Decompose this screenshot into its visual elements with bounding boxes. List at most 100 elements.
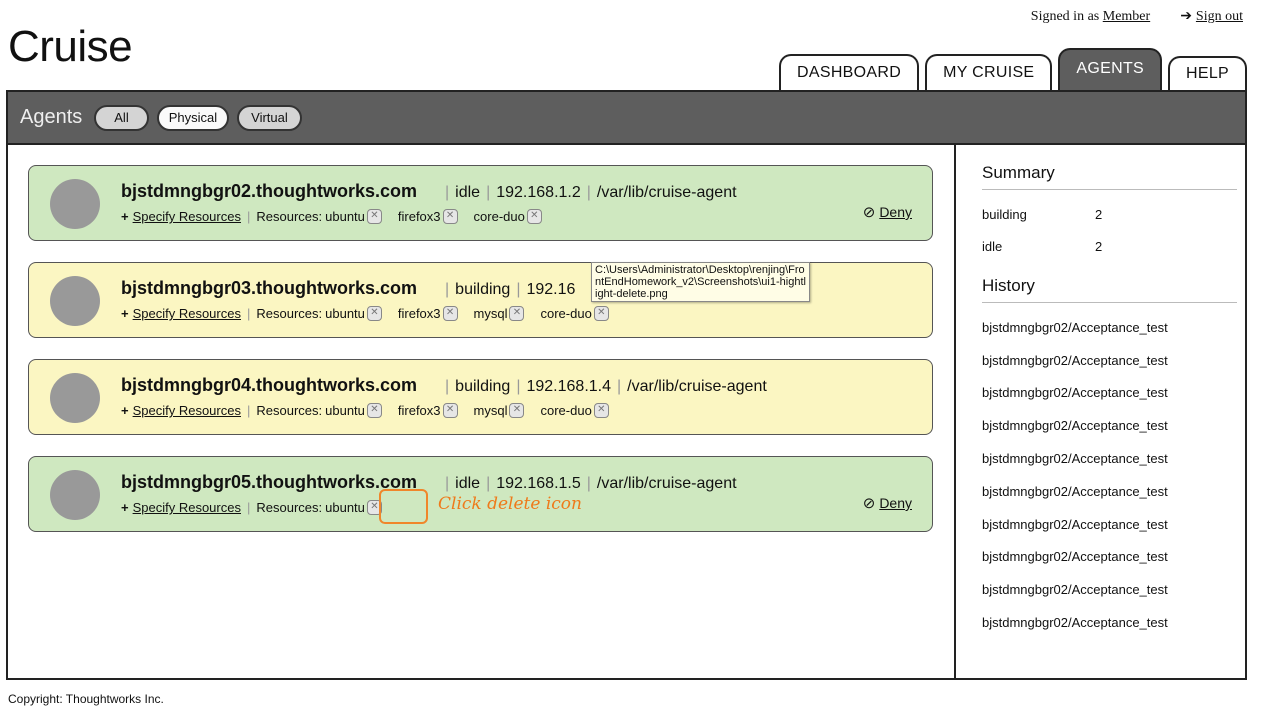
annotation-callout: Click delete icon [438, 494, 582, 514]
resource-name: core-duo [473, 209, 525, 224]
sign-out-link[interactable]: Sign out [1196, 9, 1243, 25]
history-item[interactable]: bjstdmngbgr02/Acceptance_test [982, 409, 1237, 442]
resource-name: ubuntu [325, 209, 365, 224]
user-name-link[interactable]: Member [1103, 9, 1150, 24]
delete-resource-icon[interactable]: ✕ [366, 306, 382, 321]
history-item[interactable]: bjstdmngbgr02/Acceptance_test [982, 377, 1237, 410]
resource-tag: mysql ✕ [474, 403, 525, 418]
resource-tag: firefox3 ✕ [398, 403, 458, 418]
specify-resources-link[interactable]: Specify Resources [133, 500, 241, 515]
resource-name: core-duo [540, 403, 592, 418]
avatar [50, 470, 100, 520]
agent-card: bjstdmngbgr02.thoughtworks.com | idle | … [28, 165, 933, 241]
history-item[interactable]: bjstdmngbgr02/Acceptance_test [982, 508, 1237, 541]
resource-name: firefox3 [397, 209, 441, 224]
footer-copyright: Copyright: Thoughtworks Inc. [8, 692, 164, 706]
signed-in-prefix: Signed in as [1030, 8, 1100, 24]
circle-slash-icon: ⊘ [862, 204, 876, 221]
history-item[interactable]: bjstdmngbgr02/Acceptance_test [982, 573, 1237, 606]
annotation-highlight-box [379, 489, 428, 524]
delete-resource-icon[interactable]: ✕ [593, 306, 609, 321]
resource-name: firefox3 [397, 306, 441, 321]
agent-status: idle [455, 475, 481, 492]
history-heading: History [982, 276, 1237, 303]
agent-hostname: bjstdmngbgr04.thoughtworks.com [121, 375, 418, 395]
circle-slash-icon: ⊘ [862, 495, 876, 512]
resource-tag: mysql ✕ [474, 306, 525, 321]
resource-tag: ubuntu ✕ [325, 403, 382, 418]
history-item[interactable]: bjstdmngbgr02/Acceptance_test [982, 311, 1237, 344]
summary-count: 2 [1095, 206, 1103, 222]
resource-name: ubuntu [325, 403, 365, 418]
deny-button[interactable]: ⊘ Deny [863, 494, 912, 512]
agent-ip: 192.16 [526, 281, 576, 298]
summary-label: building [982, 206, 1027, 222]
resource-name: mysql [473, 306, 508, 321]
deny-link[interactable]: Deny [879, 204, 912, 220]
specify-resources-link[interactable]: Specify Resources [133, 209, 241, 224]
agent-status: building [455, 281, 511, 298]
resource-tag: ubuntu ✕ [325, 500, 382, 515]
specify-resources-link[interactable]: Specify Resources [133, 306, 241, 321]
resource-name: ubuntu [325, 500, 365, 515]
deny-link[interactable]: Deny [879, 495, 912, 511]
summary-label: idle [982, 238, 1003, 254]
tooltip: C:\Users\Administrator\Desktop\renjing\F… [591, 262, 810, 302]
resource-tag: ubuntu ✕ [325, 306, 382, 321]
delete-resource-icon[interactable]: ✕ [526, 209, 542, 224]
tab-my-cruise[interactable]: MY CRUISE [925, 54, 1053, 90]
delete-resource-icon[interactable]: ✕ [442, 209, 458, 224]
summary-count: 2 [1095, 238, 1103, 254]
resources-label: Resources: [256, 403, 323, 418]
tab-dashboard[interactable]: DASHBOARD [779, 54, 920, 90]
history-item[interactable]: bjstdmngbgr02/Acceptance_test [982, 541, 1237, 574]
tab-help[interactable]: HELP [1168, 56, 1247, 90]
agent-ip: 192.168.1.5 [496, 475, 581, 492]
resource-tag: ubuntu ✕ [325, 209, 382, 224]
main-tabs: DASHBOARD MY CRUISE AGENTS HELP [779, 48, 1247, 90]
history-item[interactable]: bjstdmngbgr02/Acceptance_test [982, 606, 1237, 639]
agent-resources: + Specify Resources | Resources: ubuntu ✕… [121, 403, 609, 418]
delete-resource-icon[interactable]: ✕ [593, 403, 609, 418]
delete-resource-icon[interactable]: ✕ [509, 403, 525, 418]
tab-agents[interactable]: AGENTS [1058, 48, 1162, 90]
delete-resource-icon[interactable]: ✕ [509, 306, 525, 321]
resources-label: Resources: [256, 209, 323, 224]
agent-hostname: bjstdmngbgr03.thoughtworks.com [121, 278, 418, 298]
history-list: bjstdmngbgr02/Acceptance_test bjstdmngbgr… [982, 311, 1237, 639]
history-item[interactable]: bjstdmngbgr02/Acceptance_test [982, 344, 1237, 377]
agent-ip: 192.168.1.4 [526, 378, 612, 395]
agent-hostname: bjstdmngbgr05.thoughtworks.com [121, 472, 418, 492]
filter-virtual-button[interactable]: Virtual [237, 104, 302, 131]
sign-out[interactable]: ➔ Sign out [1180, 8, 1243, 25]
resource-tag: firefox3 ✕ [398, 306, 458, 321]
agent-status: building [455, 378, 511, 395]
agent-card: bjstdmngbgr04.thoughtworks.com | buildin… [28, 359, 933, 435]
avatar [50, 276, 100, 326]
resources-label: Resources: [256, 306, 323, 321]
history-item[interactable]: bjstdmngbgr02/Acceptance_test [982, 475, 1237, 508]
agent-resources: + Specify Resources | Resources: ubuntu ✕… [121, 306, 609, 321]
signed-in-text: Signed in as Member [1031, 9, 1150, 25]
delete-resource-icon[interactable]: ✕ [366, 403, 382, 418]
app-logo: Cruise [8, 22, 133, 71]
sidebar: Summary building 2 idle 2 History bjstdm… [954, 145, 1247, 678]
delete-resource-icon[interactable]: ✕ [366, 209, 382, 224]
filter-all-button[interactable]: All [94, 104, 149, 131]
filter-physical-button[interactable]: Physical [156, 104, 230, 131]
delete-resource-icon[interactable]: ✕ [442, 306, 458, 321]
history-item[interactable]: bjstdmngbgr02/Acceptance_test [982, 442, 1237, 475]
specify-resources-link[interactable]: Specify Resources [133, 403, 241, 418]
agent-info: bjstdmngbgr04.thoughtworks.com | buildin… [121, 375, 767, 395]
resource-name: core-duo [540, 306, 592, 321]
agent-ip: 192.168.1.2 [496, 184, 581, 201]
agent-info: bjstdmngbgr03.thoughtworks.com | buildin… [121, 278, 576, 298]
summary-row: idle 2 [982, 230, 1237, 262]
agent-path: /var/lib/cruise-agent [596, 475, 737, 492]
resource-name: ubuntu [325, 306, 365, 321]
delete-resource-icon[interactable]: ✕ [442, 403, 458, 418]
agent-hostname: bjstdmngbgr02.thoughtworks.com [121, 181, 418, 201]
avatar [50, 179, 100, 229]
avatar [50, 373, 100, 423]
deny-button[interactable]: ⊘ Deny [863, 203, 912, 221]
